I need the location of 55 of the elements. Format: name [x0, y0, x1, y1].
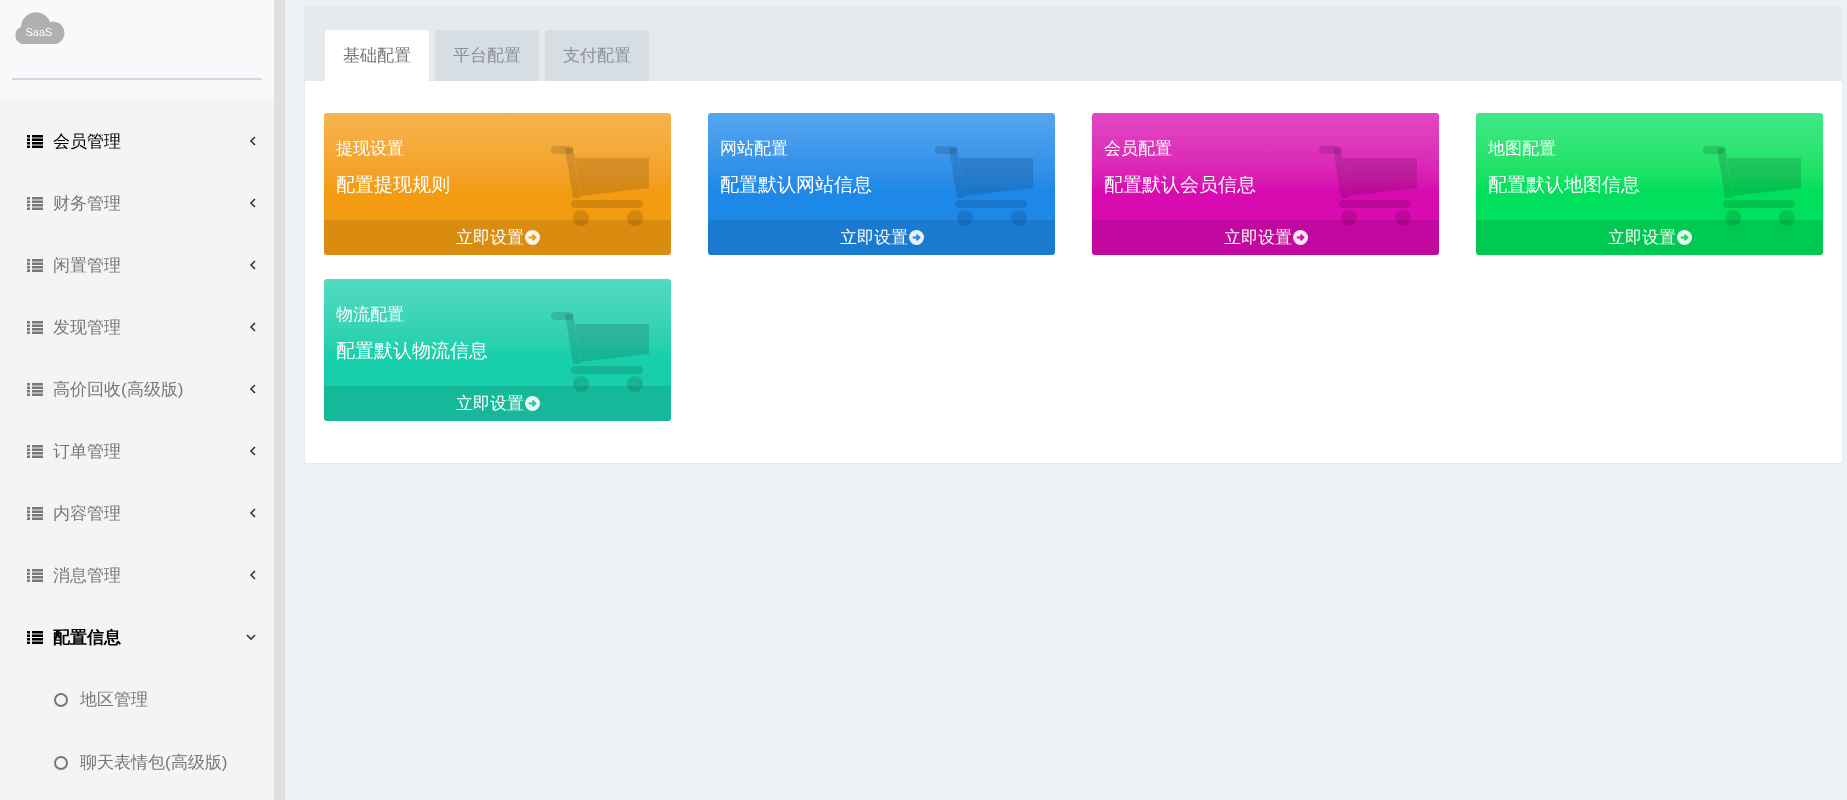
circle-icon	[54, 755, 68, 770]
setup-link[interactable]: 立即设置	[1223, 226, 1308, 249]
tab[interactable]: 平台配置	[435, 30, 539, 81]
arrow-circle-icon	[1292, 230, 1308, 245]
list-icon	[27, 134, 43, 148]
card-title: 物流配置	[336, 304, 405, 326]
chevron-left-icon	[249, 384, 256, 394]
sidebar-subitem[interactable]: 地区管理	[0, 668, 274, 731]
arrow-circle-icon	[524, 396, 540, 411]
chevron-left-icon	[249, 322, 256, 332]
list-icon	[27, 506, 43, 520]
card-subtitle: 配置默认地图信息	[1488, 173, 1641, 197]
card-subtitle: 配置提现规则	[336, 173, 451, 197]
setup-link[interactable]: 立即设置	[455, 226, 540, 249]
sidebar-item[interactable]: 会员管理	[0, 110, 274, 172]
list-icon	[27, 320, 43, 334]
sidebar-item[interactable]: 闲置管理	[0, 234, 274, 296]
circle-icon	[54, 692, 68, 707]
card-title: 会员配置	[1104, 138, 1173, 160]
list-icon	[27, 630, 43, 644]
sidebar-item[interactable]: 财务管理	[0, 172, 274, 234]
arrow-circle-icon	[524, 230, 540, 245]
card-title: 网站配置	[720, 138, 789, 160]
chevron-left-icon	[249, 446, 256, 456]
list-icon	[27, 258, 43, 272]
sidebar-subitem[interactable]: 聊天表情包(高级版)	[0, 731, 274, 794]
sidebar-item[interactable]: 高价回收(高级版)	[0, 358, 274, 420]
arrow-circle-icon	[1676, 230, 1692, 245]
arrow-circle-icon	[908, 230, 924, 245]
chevron-left-icon	[249, 136, 256, 146]
tab[interactable]: 支付配置	[545, 30, 649, 81]
sidebar-item[interactable]: 发现管理	[0, 296, 274, 358]
chevron-left-icon	[249, 508, 256, 518]
sidebar-item[interactable]: 内容管理	[0, 482, 274, 544]
chevron-left-icon	[249, 570, 256, 580]
sidebar-item[interactable]: 消息管理	[0, 544, 274, 606]
tab[interactable]: 基础配置	[325, 30, 429, 81]
card-subtitle: 配置默认会员信息	[1104, 173, 1257, 197]
list-icon	[27, 444, 43, 458]
card-title: 地图配置	[1488, 138, 1557, 160]
list-icon	[27, 196, 43, 210]
scrollbar[interactable]	[274, 0, 285, 800]
setup-link[interactable]: 立即设置	[839, 226, 924, 249]
card-subtitle: 配置默认网站信息	[720, 173, 873, 197]
chevron-down-icon	[246, 633, 256, 641]
chevron-left-icon	[249, 260, 256, 270]
card-title: 提现设置	[336, 138, 405, 160]
list-icon	[27, 568, 43, 582]
card-subtitle: 配置默认物流信息	[336, 339, 489, 363]
sidebar-item[interactable]: 配置信息	[0, 606, 274, 668]
chevron-left-icon	[249, 198, 256, 208]
list-icon	[27, 382, 43, 396]
setup-link[interactable]: 立即设置	[455, 392, 540, 415]
setup-link[interactable]: 立即设置	[1607, 226, 1692, 249]
sidebar-item[interactable]: 订单管理	[0, 420, 274, 482]
